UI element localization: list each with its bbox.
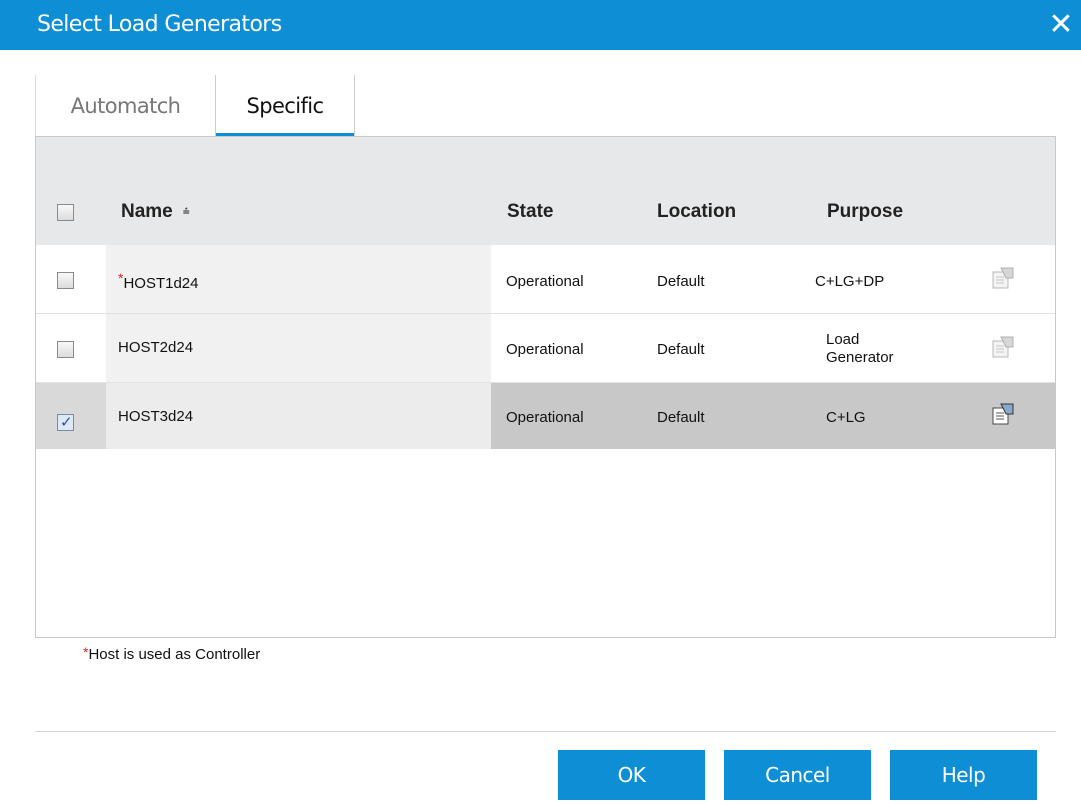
location-cell: Default [657,273,705,290]
table-header: Name ⩮ State Location Purpose [36,137,1055,245]
footnote-text: Host is used as Controller [88,646,261,663]
purpose-cell: C+LG [826,409,866,426]
host-name-text: HOST1d24 [123,275,199,292]
ok-button[interactable]: OK [558,750,705,800]
row-checkbox[interactable] [57,341,74,358]
host-name: *HOST1d24 [118,270,199,292]
table-row-selected[interactable]: ✓ HOST3d24 Operational Default C+LG [36,383,1055,449]
dialog-titlebar: Select Load Generators ✕ [0,0,1081,50]
column-header-state[interactable]: State [507,201,553,223]
state-cell: Operational [506,273,584,290]
check-icon: ✓ [60,414,73,431]
table-row[interactable]: HOST2d24 Operational Default Load Genera… [36,314,1055,383]
tab-specific[interactable]: Specific [215,75,355,137]
tab-bar: Automatch Specific [35,75,365,137]
select-all-checkbox[interactable] [57,204,74,221]
column-header-name[interactable]: Name ⩮ [121,201,190,223]
footer-divider [35,731,1056,732]
purpose-line-1: Load [826,331,860,348]
properties-icon[interactable] [991,402,1015,426]
tab-automatch[interactable]: Automatch [35,75,215,137]
table-row[interactable]: *HOST1d24 Operational Default C+LG+DP [36,245,1055,314]
close-icon[interactable]: ✕ [1046,10,1076,40]
purpose-line-2: Generator [826,349,894,366]
state-cell: Operational [506,409,584,426]
column-header-name-label: Name [121,201,173,222]
properties-icon[interactable] [991,335,1015,359]
dialog-title: Select Load Generators [37,12,282,37]
footnote-marker: * [83,644,89,660]
load-generators-table: Name ⩮ State Location Purpose *HOST1d24 O… [35,136,1056,638]
controller-marker: * [118,270,124,286]
location-cell: Default [657,341,705,358]
purpose-cell: C+LG+DP [815,273,885,290]
sort-ascending-icon: ⩮ [182,204,190,218]
location-cell: Default [657,409,705,426]
column-header-purpose[interactable]: Purpose [827,201,903,223]
cancel-button[interactable]: Cancel [724,750,871,800]
column-header-location[interactable]: Location [657,201,736,223]
controller-footnote: *Host is used as Controller [83,644,261,663]
row-checkbox-checked[interactable]: ✓ [57,414,74,431]
row-checkbox[interactable] [57,272,74,289]
state-cell: Operational [506,341,584,358]
purpose-cell: Load Generator [826,331,894,367]
host-name: HOST3d24 [118,408,194,425]
host-name: HOST2d24 [118,339,194,356]
help-button[interactable]: Help [890,750,1037,800]
properties-icon[interactable] [991,266,1015,290]
